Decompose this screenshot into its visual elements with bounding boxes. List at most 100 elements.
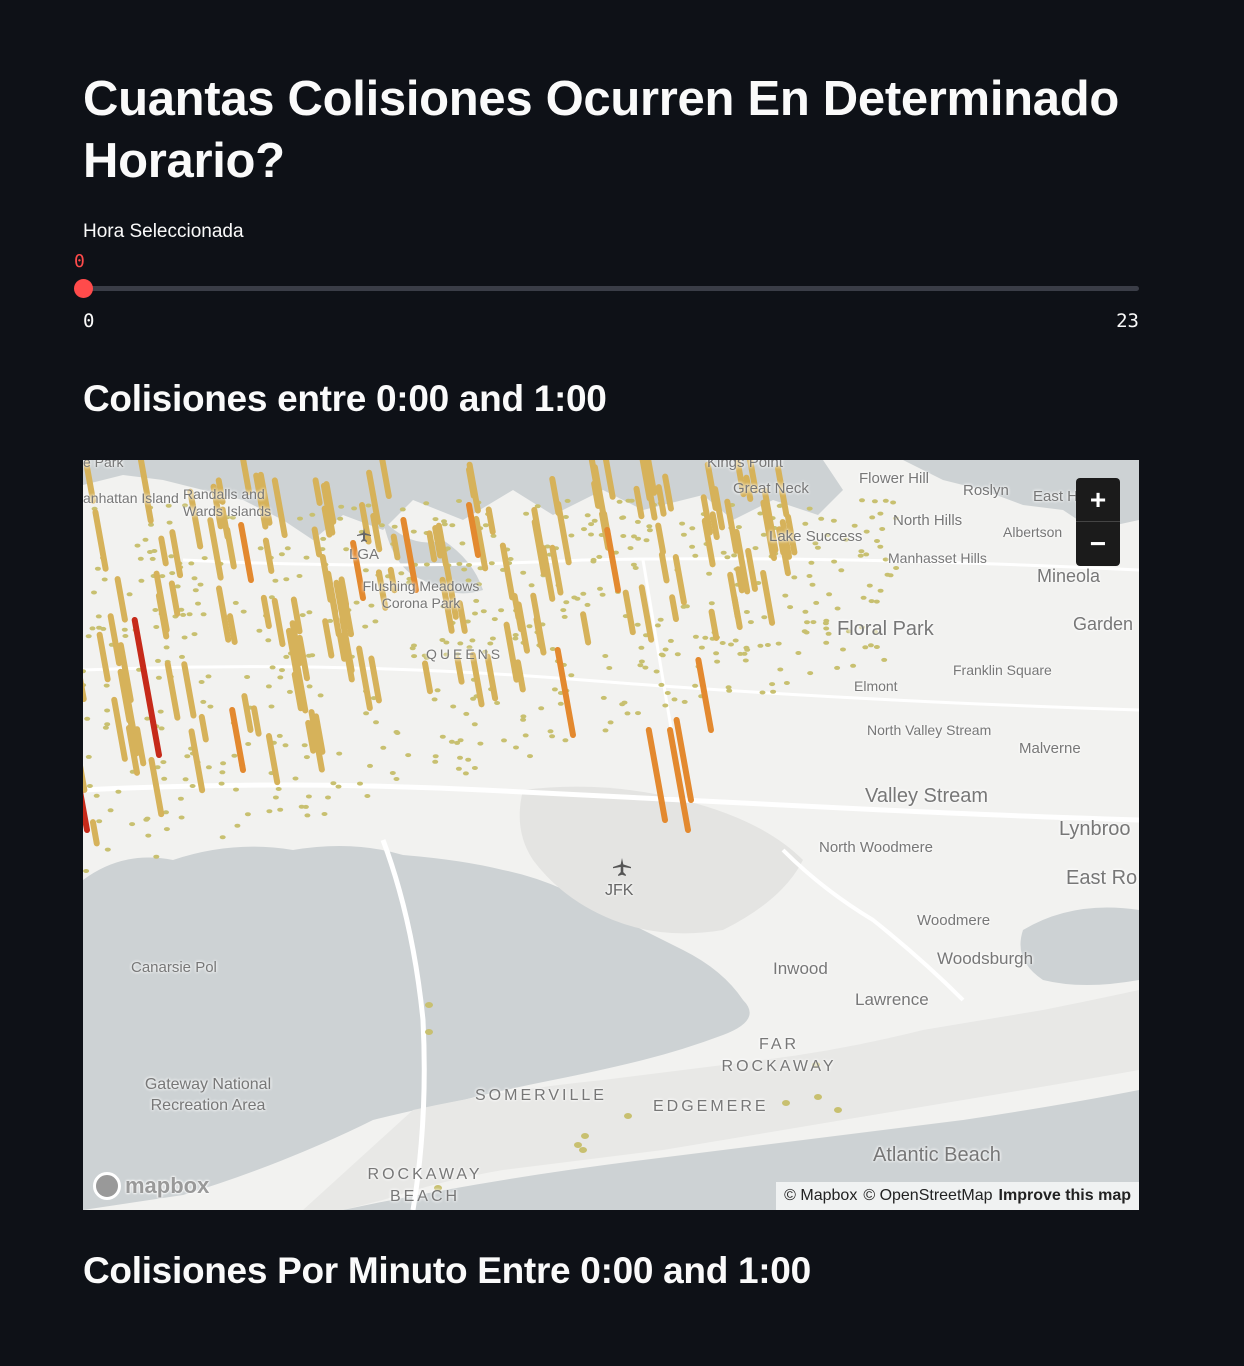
- collision-column: [92, 509, 109, 572]
- collision-dot: [149, 556, 156, 561]
- collision-dot: [526, 624, 533, 629]
- collision-dot: [791, 575, 798, 580]
- collision-map[interactable]: Kings Point Great Neck Flower Hill Rosly…: [83, 460, 1139, 1210]
- collision-dot: [425, 1029, 433, 1035]
- zoom-in-button[interactable]: +: [1076, 478, 1120, 522]
- collision-dot: [874, 539, 880, 543]
- collision-dot: [169, 571, 176, 576]
- collision-dot: [826, 592, 833, 597]
- collision-dot: [590, 559, 597, 564]
- collision-dot: [801, 629, 808, 634]
- slider-label: Hora Seleccionada: [83, 221, 244, 242]
- collision-dot: [487, 641, 494, 646]
- place-label: North Hills: [893, 512, 963, 529]
- improve-map-link[interactable]: Improve this map: [999, 1187, 1131, 1205]
- attribution-mapbox-link[interactable]: © Mapbox: [784, 1187, 857, 1205]
- mapbox-logo[interactable]: mapbox: [93, 1172, 209, 1200]
- collision-dot: [653, 669, 660, 674]
- collision-dot: [304, 813, 311, 818]
- collision-dot: [389, 771, 396, 775]
- collision-dot: [732, 638, 739, 643]
- collision-column: [503, 621, 520, 683]
- collision-dot: [309, 512, 316, 517]
- hour-slider-track[interactable]: [83, 286, 1139, 291]
- place-label: Gateway National Recreation Area: [144, 1076, 272, 1114]
- collision-dot: [219, 835, 226, 840]
- collision-dot: [689, 526, 696, 531]
- collision-dot: [306, 610, 313, 615]
- collision-dot: [461, 567, 468, 572]
- map-heading: Colisiones entre 0:00 and 1:00: [83, 378, 607, 419]
- collision-dot: [561, 614, 568, 619]
- collision-dot: [868, 599, 875, 604]
- collision-column: [604, 527, 621, 593]
- collision-dot: [873, 645, 880, 649]
- collision-dot: [161, 776, 168, 781]
- collision-dot: [423, 562, 430, 567]
- hour-slider-thumb[interactable]: [74, 279, 93, 298]
- collision-dot: [398, 571, 405, 576]
- collision-dot: [449, 523, 456, 528]
- collision-dot: [620, 515, 627, 520]
- collision-column: [580, 611, 592, 646]
- collision-dot: [489, 636, 496, 641]
- collision-dot: [808, 560, 815, 565]
- collision-dot: [862, 645, 869, 650]
- collision-dot: [482, 523, 489, 528]
- collision-column: [164, 660, 181, 721]
- collision-dot: [200, 699, 207, 704]
- collision-column: [549, 544, 564, 596]
- collision-dot: [783, 681, 790, 685]
- collision-column: [454, 656, 465, 685]
- collision-dot: [520, 717, 527, 722]
- place-label: Manhasset Hills: [888, 550, 987, 566]
- collision-dot: [658, 682, 665, 687]
- collision-column: [390, 533, 401, 561]
- place-label: anhattan Island: [83, 490, 179, 506]
- collision-column: [111, 696, 128, 762]
- collision-dot: [698, 645, 705, 650]
- collision-dot: [724, 555, 731, 560]
- collision-dot: [887, 573, 894, 578]
- collision-column: [181, 661, 197, 719]
- collision-dot: [177, 796, 184, 801]
- zoom-out-button[interactable]: −: [1076, 522, 1120, 565]
- collision-dot: [547, 729, 554, 734]
- collision-dot: [708, 601, 715, 606]
- collision-dot: [338, 504, 345, 509]
- collision-column: [229, 707, 246, 773]
- collision-dot: [432, 759, 439, 764]
- collision-dot: [480, 609, 487, 614]
- collision-column: [356, 645, 373, 712]
- collision-column: [238, 522, 254, 583]
- collision-column: [114, 576, 128, 623]
- collision-dot: [520, 570, 527, 575]
- collision-dot: [155, 658, 161, 663]
- collision-dot: [720, 550, 727, 555]
- collision-dot: [325, 795, 331, 800]
- collision-dot: [564, 498, 571, 503]
- collision-dot: [160, 760, 167, 765]
- collision-dot: [372, 619, 379, 624]
- collision-dot: [637, 663, 644, 668]
- collision-column: [555, 500, 572, 566]
- collision-dot: [714, 659, 721, 664]
- collision-dot: [809, 582, 816, 587]
- place-label: North Valley Stream: [867, 722, 992, 738]
- collision-dot: [859, 498, 865, 503]
- collision-dot: [198, 680, 205, 684]
- collision-dot: [702, 635, 709, 640]
- collision-dot: [186, 612, 193, 617]
- collision-dot: [143, 817, 150, 822]
- place-label: Canarsie Pol: [131, 959, 217, 976]
- collision-dot: [317, 693, 324, 698]
- collision-dot: [85, 754, 92, 759]
- collision-dot: [231, 753, 238, 758]
- collision-dot: [607, 720, 614, 725]
- collision-dot: [627, 546, 634, 551]
- collision-dot: [94, 566, 101, 571]
- attribution-osm-link[interactable]: © OpenStreetMap: [863, 1187, 992, 1205]
- collision-dot: [657, 617, 664, 622]
- place-label: Lynbroo: [1059, 818, 1131, 840]
- collision-dot: [459, 541, 466, 546]
